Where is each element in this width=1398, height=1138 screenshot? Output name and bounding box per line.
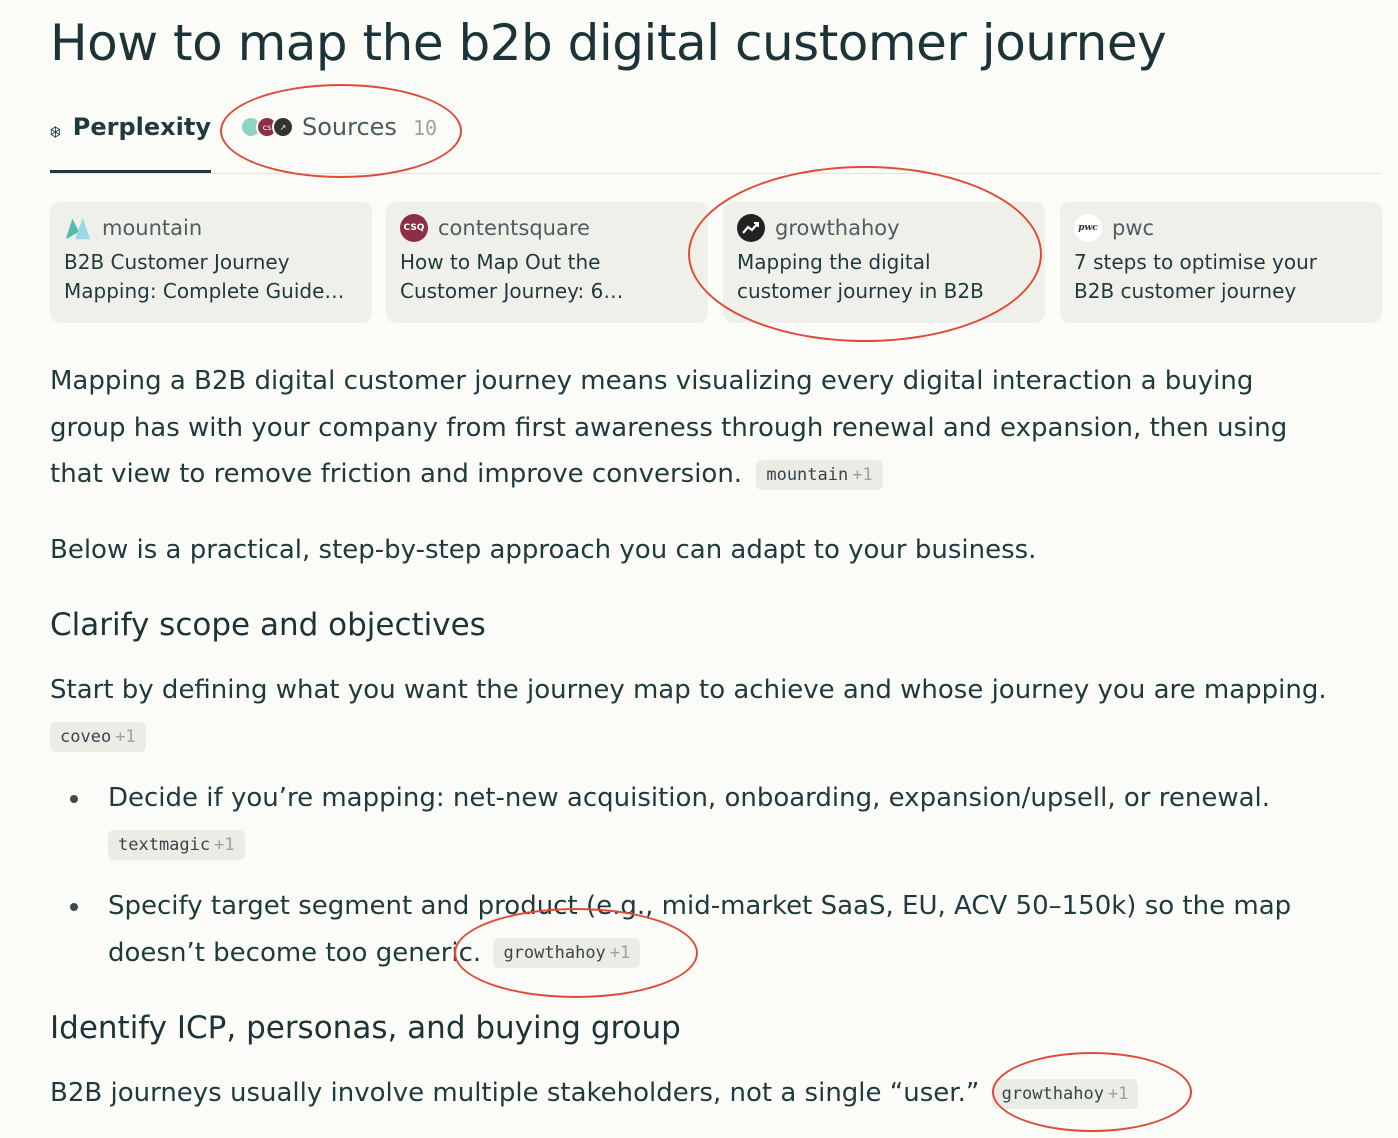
- source-title-line1: B2B Customer Journey: [64, 250, 290, 274]
- citation-more: +1: [609, 943, 631, 963]
- tab-sources[interactable]: cs ↗ Sources 10: [240, 108, 437, 174]
- source-site: growthahoy: [775, 216, 900, 240]
- source-title-line2: customer journey in B2B: [737, 279, 984, 303]
- bullet-dot: [70, 903, 78, 911]
- source-title-line1: How to Map Out the: [400, 250, 601, 274]
- citation-chip[interactable]: textmagic +1: [108, 830, 245, 860]
- section-heading-icp: Identify ICP, personas, and buying group: [50, 1010, 681, 1046]
- source-site: mountain: [102, 216, 203, 240]
- source-card-contentsquare[interactable]: CSQ contentsquare How to Map Out the Cus…: [386, 202, 708, 323]
- scope-paragraph: Start by defining what you want the jour…: [50, 667, 1380, 760]
- source-card-pwc[interactable]: pwc pwc 7 steps to optimise your B2B cus…: [1060, 202, 1382, 323]
- tab-perplexity-label: Perplexity: [72, 113, 211, 141]
- tab-perplexity[interactable]: Perplexity: [50, 108, 211, 173]
- icp-text: B2B journeys usually involve multiple st…: [50, 1078, 980, 1108]
- source-favicons: cs ↗: [240, 113, 294, 138]
- section-heading-scope: Clarify scope and objectives: [50, 607, 486, 643]
- growthahoy-favicon-icon: ↗: [272, 116, 294, 138]
- tab-sources-label: Sources: [302, 113, 397, 141]
- below-paragraph: Below is a practical, step-by-step appro…: [50, 535, 1037, 565]
- sources-count: 10: [412, 116, 438, 140]
- citation-source: growthahoy: [503, 943, 606, 963]
- bullet-item: Specify target segment and product (e.g.…: [108, 883, 1378, 976]
- perplexity-logo-icon: [50, 126, 60, 138]
- source-title-line2: Customer Journey: 6…: [400, 279, 624, 303]
- citation-more: +1: [852, 464, 873, 485]
- source-site: pwc: [1112, 216, 1155, 240]
- citation-more: +1: [115, 727, 136, 747]
- bullet-dot: [70, 795, 78, 803]
- source-site: contentsquare: [438, 216, 590, 240]
- citation-more: +1: [214, 835, 235, 855]
- citation-chip[interactable]: growthahoy +1: [493, 938, 641, 968]
- scope-text: Start by defining what you want the jour…: [50, 675, 1327, 705]
- citation-chip[interactable]: mountain +1: [756, 459, 883, 490]
- bullet-text: Decide if you’re mapping: net-new acquis…: [108, 783, 1271, 813]
- intro-line: that view to remove friction and improve…: [50, 459, 743, 489]
- citation-more: +1: [1107, 1083, 1129, 1104]
- pwc-logo-icon: pwc: [1074, 214, 1102, 242]
- icp-paragraph: B2B journeys usually involve multiple st…: [50, 1070, 1370, 1117]
- citation-source: coveo: [60, 727, 112, 747]
- citation-source: textmagic: [118, 835, 211, 855]
- source-card-growthahoy[interactable]: growthahoy Mapping the digital customer …: [723, 202, 1045, 323]
- source-cards: mountain B2B Customer Journey Mapping: C…: [50, 202, 1390, 323]
- citation-chip[interactable]: coveo +1: [50, 722, 146, 752]
- bullet-item: Decide if you’re mapping: net-new acquis…: [108, 775, 1378, 868]
- growthahoy-logo-icon: [737, 214, 765, 242]
- source-card-mountain[interactable]: mountain B2B Customer Journey Mapping: C…: [50, 202, 372, 323]
- source-title-line2: Mapping: Complete Guide…: [64, 279, 345, 303]
- mountain-logo-icon: [64, 214, 92, 242]
- bullet-text: Specify target segment and product (e.g.…: [108, 891, 1292, 921]
- intro-line: group has with your company from first a…: [50, 412, 1288, 443]
- citation-source: growthahoy: [1001, 1083, 1104, 1104]
- source-title-line1: 7 steps to optimise your: [1074, 250, 1317, 274]
- source-title-line1: Mapping the digital: [737, 250, 931, 274]
- bullet-text: doesn’t become too generic.: [108, 937, 482, 968]
- citation-source: mountain: [766, 464, 849, 485]
- citation-chip[interactable]: growthahoy +1: [991, 1078, 1139, 1109]
- tab-bar: Perplexity cs ↗ Sources 10: [50, 108, 1382, 174]
- intro-line: Mapping a B2B digital customer journey m…: [50, 366, 1254, 396]
- page-title: How to map the b2b digital customer jour…: [50, 14, 1167, 72]
- source-title-line2: B2B customer journey: [1074, 279, 1297, 303]
- intro-paragraph: Mapping a B2B digital customer journey m…: [50, 358, 1370, 498]
- contentsquare-logo-icon: CSQ: [400, 214, 428, 242]
